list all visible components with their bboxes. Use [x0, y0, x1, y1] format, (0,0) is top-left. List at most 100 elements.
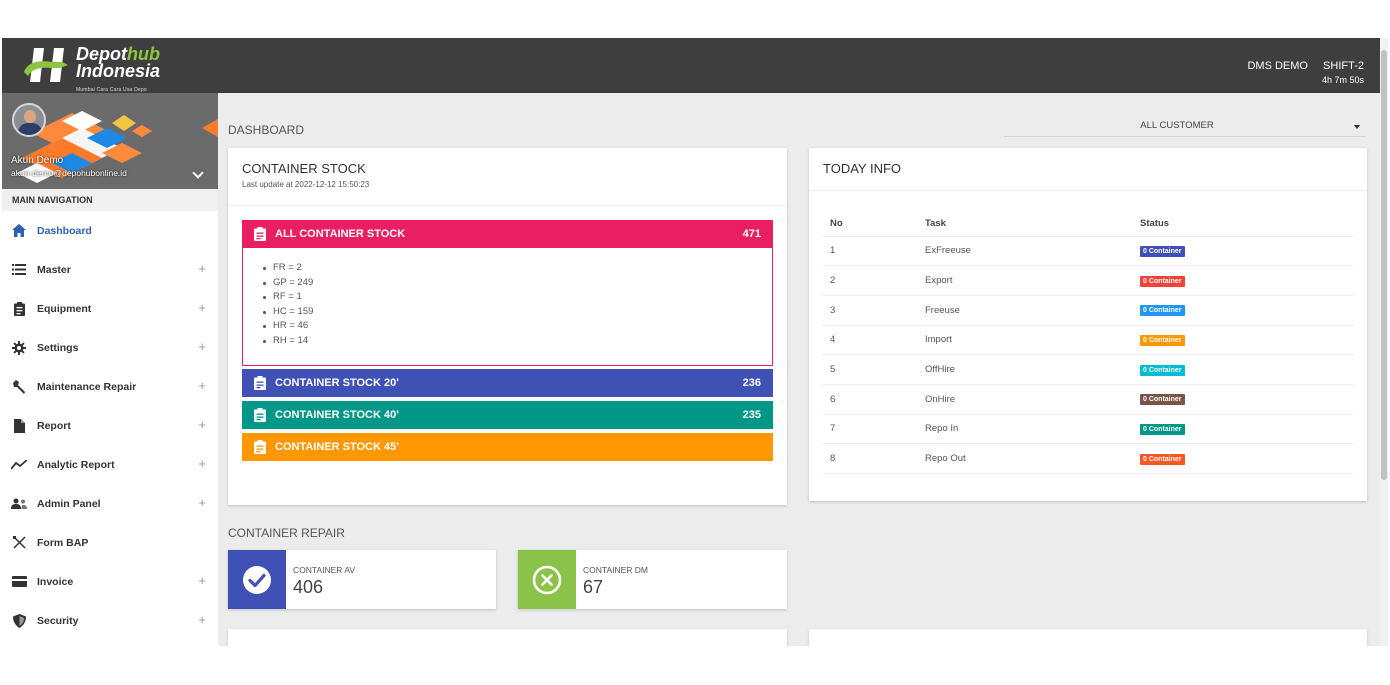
- sidebar-item-settings[interactable]: Settings +: [2, 328, 218, 367]
- logo-mark-icon: [22, 46, 70, 84]
- table-row: 4 Import 0 Container: [823, 324, 1353, 355]
- expand-plus-icon[interactable]: +: [198, 339, 206, 354]
- wrench-icon: [10, 379, 28, 394]
- sidebar-item-label: Form BAP: [37, 536, 89, 549]
- status-badge[interactable]: 0 Container: [1140, 423, 1185, 435]
- table-row: 2 Export 0 Container: [823, 265, 1353, 296]
- logo[interactable]: Depothub Indonesia Mumbai Cara Cara Usa …: [22, 45, 160, 99]
- status-badge[interactable]: 0 Container: [1140, 305, 1185, 317]
- row-task: Freeuse: [918, 294, 1133, 326]
- trending-line-icon: [10, 458, 28, 472]
- expand-plus-icon[interactable]: +: [198, 417, 206, 432]
- status-badge[interactable]: 0 Container: [1140, 245, 1185, 257]
- top-navbar: Depothub Indonesia Mumbai Cara Cara Usa …: [2, 38, 1388, 93]
- stock-bar-count: 235: [742, 409, 761, 421]
- document-icon: [10, 418, 28, 433]
- column-header: Status: [1140, 218, 1170, 230]
- nav-header: MAIN NAVIGATION: [2, 189, 218, 211]
- table-row: 8 Repo Out 0 Container: [823, 443, 1353, 474]
- shield-icon: [10, 613, 28, 628]
- table-row: 6 OnHire 0 Container: [823, 383, 1353, 415]
- expand-plus-icon[interactable]: +: [198, 261, 206, 276]
- sidebar-item-label: Report: [37, 419, 71, 432]
- info-box-value: 67: [583, 577, 604, 597]
- sidebar-item-report[interactable]: Report +: [2, 406, 218, 445]
- list-item: FR = 2: [263, 262, 772, 277]
- sidebar-item-label: Master: [37, 263, 71, 276]
- sidebar-item-maintenance-repair[interactable]: Maintenance Repair +: [2, 367, 218, 406]
- shift-timer: 4h 7m 50s: [1321, 75, 1364, 85]
- check-circle-icon: [228, 550, 286, 609]
- info-box-label: CONTAINER AV: [293, 565, 356, 575]
- status-badge[interactable]: 0 Container: [1140, 334, 1185, 346]
- info-box-label: CONTAINER DM: [583, 565, 649, 575]
- container-stock-40-bar[interactable]: CONTAINER STOCK 40' 235: [242, 401, 773, 429]
- row-task: Import: [918, 324, 1133, 355]
- shift-label: SHIFT-2: [1323, 60, 1364, 72]
- sidebar: Akun Demo akun-demo@depohubonline.id MAI…: [2, 93, 218, 646]
- shift-info: SHIFT-2 4h 7m 50s: [1322, 60, 1364, 85]
- row-task: Export: [918, 265, 1133, 296]
- row-task: OffHire: [918, 354, 1133, 385]
- row-task: OnHire: [918, 383, 1133, 415]
- status-badge[interactable]: 0 Container: [1140, 394, 1185, 406]
- container-stock-card: CONTAINER STOCK Last update at 2022-12-1…: [228, 148, 787, 505]
- sidebar-item-label: Dashboard: [37, 224, 92, 237]
- sidebar-item-admin-panel[interactable]: Admin Panel +: [2, 484, 218, 523]
- stock-bar-count: 471: [742, 228, 761, 240]
- sidebar-item-form-bap[interactable]: Form BAP: [2, 523, 218, 562]
- container-av-box[interactable]: CONTAINER AV 406: [228, 550, 496, 609]
- row-no: 4: [823, 324, 918, 355]
- row-no: 6: [823, 383, 918, 415]
- stock-bar-label: CONTAINER STOCK 40': [275, 409, 399, 421]
- list-item: HC = 159: [263, 306, 772, 321]
- status-badge[interactable]: 0 Container: [1140, 453, 1185, 465]
- clipboard-icon: [254, 440, 266, 454]
- container-dm-box[interactable]: CONTAINER DM 67: [518, 550, 787, 609]
- expand-plus-icon[interactable]: +: [198, 300, 206, 315]
- avatar[interactable]: [12, 103, 46, 137]
- expand-plus-icon[interactable]: +: [198, 573, 206, 588]
- tools-cross-icon: [10, 536, 28, 550]
- sidebar-item-analytic-report[interactable]: Analytic Report +: [2, 445, 218, 484]
- sidebar-item-master[interactable]: Master +: [2, 250, 218, 289]
- customer-select[interactable]: ALL CUSTOMER: [1004, 115, 1366, 137]
- profile-name: Akun Demo: [11, 155, 64, 166]
- container-stock-45-bar[interactable]: CONTAINER STOCK 45': [242, 433, 773, 461]
- status-badge[interactable]: 0 Container: [1140, 275, 1185, 287]
- sidebar-item-equipment[interactable]: Equipment +: [2, 289, 218, 328]
- row-task: Repo In: [918, 413, 1133, 444]
- bottom-card-right: [809, 629, 1367, 646]
- sidebar-item-security[interactable]: Security +: [2, 601, 218, 640]
- expand-plus-icon[interactable]: +: [198, 612, 206, 627]
- sidebar-item-invoice[interactable]: Invoice +: [2, 562, 218, 601]
- user-menu[interactable]: DMS DEMO: [1247, 60, 1308, 85]
- vertical-scrollbar[interactable]: [1380, 38, 1388, 646]
- section-title-container-repair: CONTAINER REPAIR: [228, 526, 345, 540]
- status-badge[interactable]: 0 Container: [1140, 364, 1185, 376]
- bottom-card-left: [228, 629, 787, 646]
- container-stock-20-bar[interactable]: CONTAINER STOCK 20' 236: [242, 369, 773, 397]
- home-icon: [10, 224, 28, 238]
- sidebar-item-label: Equipment: [37, 302, 92, 315]
- sidebar-item-label: Invoice: [37, 575, 74, 588]
- all-container-stock-bar[interactable]: ALL CONTAINER STOCK 471: [242, 220, 773, 248]
- sidebar-item-label: Security: [37, 614, 79, 627]
- sidebar-item-dashboard[interactable]: Dashboard: [2, 211, 218, 250]
- expand-plus-icon[interactable]: +: [198, 456, 206, 471]
- clipboard-icon: [10, 301, 28, 316]
- x-circle-icon: [518, 550, 576, 609]
- row-task: ExFreeuse: [918, 235, 1133, 266]
- sidebar-item-label: Maintenance Repair: [37, 380, 137, 393]
- column-header: No: [830, 218, 843, 230]
- scrollbar-thumb[interactable]: [1381, 50, 1387, 480]
- table-row: 7 Repo In 0 Container: [823, 413, 1353, 444]
- expand-plus-icon[interactable]: +: [198, 378, 206, 393]
- row-no: 2: [823, 265, 918, 296]
- row-no: 7: [823, 413, 918, 444]
- table-row: 1 ExFreeuse 0 Container: [823, 235, 1353, 266]
- expand-plus-icon[interactable]: +: [198, 495, 206, 510]
- card-title: CONTAINER STOCK: [242, 161, 366, 176]
- stock-breakdown-list: FR = 2 GP = 249 RF = 1 HC = 159 HR = 46 …: [242, 248, 773, 366]
- row-no: 1: [823, 235, 918, 266]
